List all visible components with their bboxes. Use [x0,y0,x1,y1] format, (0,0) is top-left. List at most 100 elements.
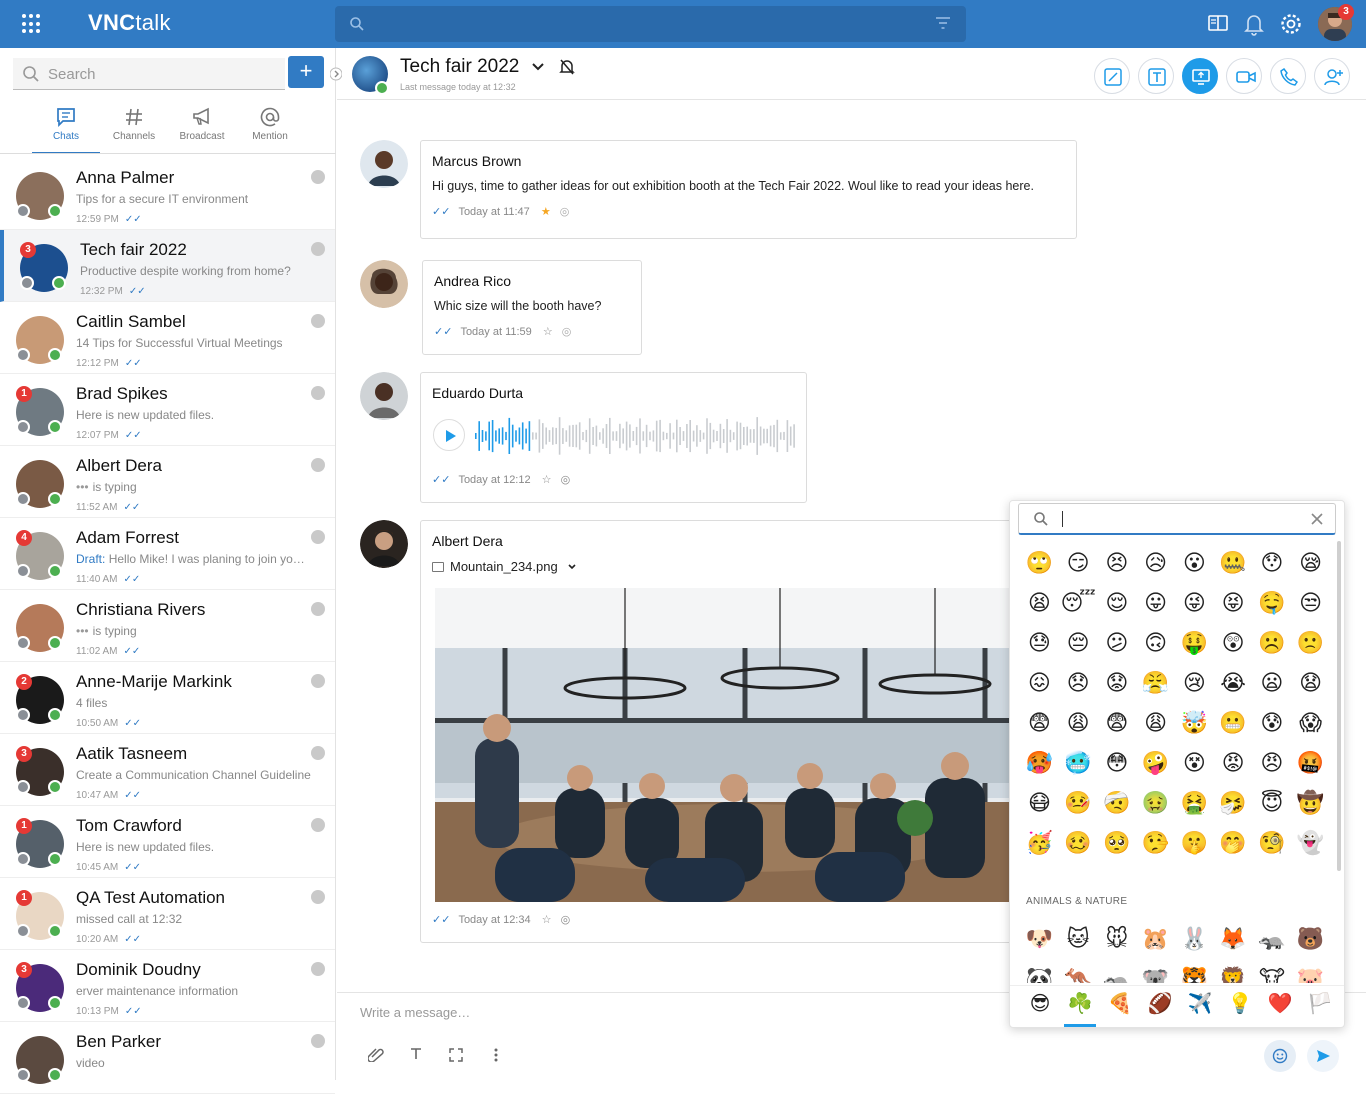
chat-list-item[interactable]: 3 Dominik Doudny erver maintenance informa… [0,950,335,1022]
emoji-item[interactable]: 😵 [1175,751,1214,775]
emoji-item[interactable]: 🐻 [1291,927,1330,951]
emoji-item[interactable]: 😜 [1175,591,1214,615]
send-button[interactable] [1307,1040,1339,1072]
emoji-item[interactable]: 🐷 [1291,967,1330,984]
message-bubble[interactable]: Eduardo Durta ✓✓ Today at 12:12 ☆ ◎ [420,372,807,503]
emoji-item[interactable]: 😬 [1214,711,1253,735]
emoji-item[interactable]: 🤧 [1214,791,1253,815]
chat-list-item[interactable]: Christiana Rivers ••• is typing 11:02 AM ✓✓ [0,590,335,662]
pin-icon[interactable] [311,242,325,256]
emoji-item[interactable]: 🤯 [1175,711,1214,735]
emoji-item[interactable]: 😯 [1253,551,1292,575]
chat-list-item[interactable]: 3 Aatik Tasneem Create a Communication Cha… [0,734,335,806]
emoji-item[interactable]: 🙄 [1020,551,1059,575]
chat-list-item[interactable]: Ben Parker video [0,1022,335,1094]
apps-grid-icon[interactable] [22,14,42,34]
close-icon[interactable] [1311,513,1323,525]
video-call-button[interactable] [1226,58,1262,94]
avatar[interactable] [360,260,408,308]
emoji-item[interactable]: 😲 [1214,631,1253,655]
emoji-item[interactable]: 🐼 [1020,967,1059,984]
mention-icon[interactable]: ◎ [562,326,572,338]
emoji-item[interactable]: 🤒 [1059,791,1098,815]
emoji-item[interactable]: 😩 [1059,711,1098,735]
emoji-item[interactable]: 🦡 [1253,927,1292,951]
add-participant-button[interactable] [1314,58,1350,94]
pin-icon[interactable] [311,674,325,688]
emoji-item[interactable]: 🥵 [1020,751,1059,775]
star-icon[interactable]: ☆ [542,914,552,926]
attachment-filename[interactable]: Mountain_234.png [432,559,577,574]
emoji-item[interactable]: 🥴 [1059,831,1098,855]
emoji-item[interactable]: 🐨 [1136,967,1175,984]
emoji-category-tab[interactable]: 💡 [1220,986,1260,1027]
emoji-item[interactable]: 🤮 [1175,791,1214,815]
emoji-item[interactable]: 🤪 [1136,751,1175,775]
pin-icon[interactable] [311,314,325,328]
avatar[interactable] [360,140,408,188]
chat-list-item[interactable]: 1 Tom Crawford Here is new updated files. 1… [0,806,335,878]
emoji-item[interactable]: 😇 [1253,791,1292,815]
emoji-item[interactable]: 🤑 [1175,631,1214,655]
chat-title[interactable]: Tech fair 2022 [400,56,519,78]
emoji-scrollbar[interactable] [1337,541,1341,871]
chat-list-item[interactable]: 2 Anne-Marije Markink 4 files 10:50 AM ✓✓ [0,662,335,734]
chat-list-item[interactable]: Albert Dera ••• is typing 11:52 AM ✓✓ [0,446,335,518]
emoji-category-tab[interactable]: ✈️ [1180,986,1220,1027]
emoji-item[interactable]: 🤥 [1136,831,1175,855]
emoji-item[interactable]: 😌 [1098,591,1137,615]
emoji-item[interactable]: 😦 [1253,671,1292,695]
emoji-item[interactable]: 😏 [1059,551,1098,575]
avatar[interactable] [360,520,408,568]
pin-icon[interactable] [311,746,325,760]
emoji-category-tab[interactable]: ❤️ [1260,986,1300,1027]
chevron-down-icon[interactable] [531,62,545,72]
emoji-item[interactable]: 😥 [1136,551,1175,575]
emoji-category-tab[interactable]: 🏳️ [1300,986,1340,1027]
settings-gear-icon[interactable] [1279,12,1303,36]
pin-icon[interactable] [311,386,325,400]
message-bubble[interactable]: Albert Dera Mountain_234.png ✓✓ Today at … [420,520,1020,943]
emoji-item[interactable]: 😱 [1291,711,1330,735]
emoji-item[interactable]: 😭 [1214,671,1253,695]
emoji-item[interactable]: 😖 [1020,671,1059,695]
emoji-item[interactable]: 😴 [1059,591,1098,615]
emoji-item[interactable]: 🦘 [1059,967,1098,984]
emoji-item[interactable]: 🦁 [1214,967,1253,984]
emoji-category-tab[interactable]: 🏈 [1140,986,1180,1027]
tab-mention[interactable]: Mention [236,104,304,152]
emoji-item[interactable]: 🤕 [1098,791,1137,815]
text-format-button[interactable] [1138,58,1174,94]
sidebar-toggle-icon[interactable] [1207,12,1229,34]
emoji-item[interactable]: 🤢 [1136,791,1175,815]
emoji-category-tab[interactable]: ☘️ [1060,986,1100,1027]
pin-icon[interactable] [311,170,325,184]
emoji-item[interactable]: 🦡 [1098,967,1137,984]
emoji-item[interactable]: 🐯 [1175,967,1214,984]
meeting-room-image[interactable] [435,588,1013,902]
emoji-item[interactable]: 🤬 [1291,751,1330,775]
pin-icon[interactable] [311,818,325,832]
pin-icon[interactable] [311,890,325,904]
pin-icon[interactable] [311,458,325,472]
emoji-item[interactable]: 🤭 [1214,831,1253,855]
emoji-item[interactable]: 🥺 [1098,831,1137,855]
mention-icon[interactable]: ◎ [560,206,570,218]
expand-icon[interactable] [449,1048,463,1062]
emoji-item[interactable]: 🐭 [1098,927,1137,951]
chat-list-item[interactable]: 3 Tech fair 2022 Productive despite workin… [0,230,335,302]
whiteboard-button[interactable] [1094,58,1130,94]
emoji-item[interactable]: ☹️ [1253,631,1292,655]
message-bubble[interactable]: Marcus Brown Hi guys, time to gather ide… [420,140,1077,239]
emoji-item[interactable]: 😳 [1098,751,1137,775]
chat-list-item[interactable]: Caitlin Sambel 14 Tips for Successful Vir… [0,302,335,374]
global-search-input[interactable] [335,6,966,42]
emoji-item[interactable]: 🤤 [1253,591,1292,615]
emoji-item[interactable]: 😨 [1098,711,1137,735]
emoji-item[interactable]: 😰 [1253,711,1292,735]
emoji-item[interactable]: 😫 [1020,591,1059,615]
emoji-item[interactable]: 😮 [1175,551,1214,575]
emoji-item[interactable]: 😠 [1253,751,1292,775]
star-icon[interactable]: ☆ [543,326,553,338]
emoji-item[interactable]: 🤐 [1214,551,1253,575]
